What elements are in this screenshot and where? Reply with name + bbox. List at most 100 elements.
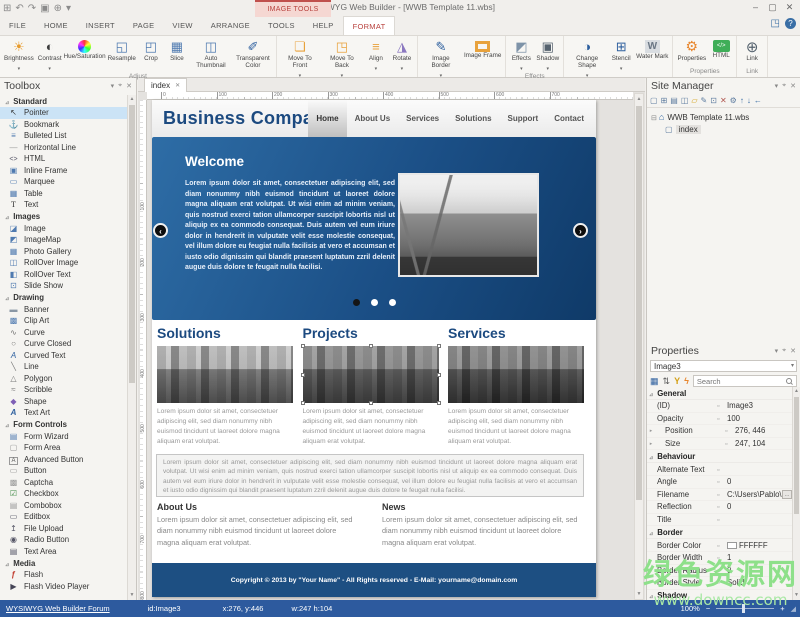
toolbox-item[interactable]: Button — [0, 465, 127, 477]
property-value[interactable]: 0 — [727, 477, 792, 486]
toolbox-item[interactable]: Text — [0, 199, 127, 211]
nav-item[interactable]: About Us — [347, 100, 399, 137]
toolbox-item[interactable]: Photo Gallery — [0, 246, 127, 258]
zoom-out-button[interactable] — [706, 604, 710, 613]
rename-icon[interactable] — [701, 96, 708, 105]
property-value[interactable]: 1 — [727, 553, 792, 562]
ribbon-tab[interactable]: INSERT — [77, 16, 124, 35]
property-row[interactable]: Border Style Solid — [647, 577, 792, 590]
property-row[interactable]: Angle 0 — [647, 476, 792, 489]
property-section-header[interactable]: Behaviour — [647, 450, 792, 464]
property-section-header[interactable]: Shadow — [647, 590, 792, 600]
toolbox-section-header[interactable]: Standard — [0, 95, 127, 107]
property-value[interactable]: Image3 — [727, 401, 792, 410]
ribbon-button[interactable]: Auto Thumbnail — [190, 37, 232, 72]
toolbox-item[interactable]: Curve — [0, 327, 127, 339]
toolbox-item[interactable]: Text Area — [0, 546, 127, 558]
browse-button[interactable] — [782, 489, 792, 499]
redo-icon[interactable]: ↷ — [28, 1, 36, 16]
footer-block-paragraph[interactable]: Lorem ipsum dolor sit amet, consectetuer… — [157, 514, 359, 548]
add-page-icon[interactable] — [661, 96, 668, 105]
property-value[interactable]: C:\Users\Pablo\Do — [727, 490, 782, 499]
toolbox-item[interactable]: Pointer — [0, 107, 127, 119]
object-selector[interactable]: Image3 — [650, 360, 797, 372]
close-icon[interactable] — [126, 82, 132, 90]
selection-handle[interactable] — [368, 344, 373, 348]
color-swatch[interactable] — [727, 541, 737, 549]
ribbon-button[interactable]: Water Mark — [634, 37, 670, 79]
projects-photo[interactable] — [300, 344, 441, 405]
hero-slideshow[interactable]: Welcome Lorem ipsum dolor sit amet, cons… — [152, 137, 596, 320]
pin-icon[interactable] — [118, 82, 122, 90]
property-search[interactable] — [692, 375, 797, 387]
bridge-photo[interactable] — [398, 173, 539, 277]
move-up-icon[interactable] — [740, 96, 744, 105]
selection-handle[interactable] — [368, 401, 373, 405]
ribbon-tab[interactable]: PAGE — [124, 16, 163, 35]
property-value[interactable]: 100 — [727, 414, 792, 423]
property-row[interactable]: Reflection 0 — [647, 501, 792, 514]
toolbox-item[interactable]: Table — [0, 188, 127, 200]
ribbon-button[interactable]: Image Border — [420, 37, 462, 79]
maximize-icon[interactable]: ▢ — [764, 0, 781, 14]
property-section-header[interactable]: Border — [647, 526, 792, 540]
toolbox-item[interactable]: Flash Video Player — [0, 581, 127, 593]
selection-handle[interactable] — [436, 372, 441, 377]
toolbox-section-header[interactable]: Form Controls — [0, 419, 127, 431]
categorized-icon[interactable] — [650, 376, 659, 387]
property-row[interactable]: Title — [647, 514, 792, 527]
intro-text-box[interactable]: Lorem ipsum dolor sit amet, consectetuer… — [156, 454, 584, 497]
ribbon-button[interactable]: Rotate — [389, 37, 415, 79]
property-row[interactable]: Border Radius 0 — [647, 565, 792, 578]
hero-heading[interactable]: Welcome — [185, 154, 244, 169]
panel-menu-icon[interactable] — [775, 82, 779, 90]
toolbox-scrollbar[interactable] — [127, 95, 136, 600]
property-value[interactable]: 276, 446 — [735, 426, 792, 435]
column-heading[interactable]: Solutions — [157, 320, 293, 346]
properties-scrollbar[interactable] — [792, 387, 800, 600]
toolbox-item[interactable]: RollOver Image — [0, 257, 127, 269]
toolbox-item[interactable]: Banner — [0, 304, 127, 316]
row-expander-icon[interactable]: ▸ — [647, 428, 655, 434]
property-row[interactable]: ▸ Position 276, 446 — [647, 425, 792, 438]
ribbon-button[interactable]: Hue/Saturation — [64, 37, 106, 72]
ribbon-button[interactable]: Image Frame — [462, 37, 503, 79]
nav-item[interactable]: Contact — [546, 100, 592, 137]
ribbon-tab[interactable]: VIEW — [163, 16, 201, 35]
property-row[interactable]: ▸ Size 247, 104 — [647, 438, 792, 451]
property-row[interactable]: Border Width 1 — [647, 552, 792, 565]
toolbox-item[interactable]: Curve Closed — [0, 338, 127, 350]
new-page-icon[interactable] — [650, 96, 658, 105]
close-icon[interactable] — [790, 82, 796, 90]
ribbon-tab[interactable]: TOOLS — [259, 16, 304, 35]
property-row[interactable]: Filename C:\Users\Pablo\Do — [647, 489, 792, 502]
toolbox-item[interactable]: Captcha — [0, 477, 127, 489]
carousel-next-icon[interactable] — [573, 223, 588, 238]
page-properties-icon[interactable] — [670, 96, 678, 105]
document-tab-index[interactable]: index — [144, 78, 188, 92]
ribbon-button[interactable]: Resample — [106, 37, 138, 72]
footer-block-heading[interactable]: News — [382, 502, 584, 512]
toolbox-item[interactable]: Inline Frame — [0, 165, 127, 177]
toolbox-item[interactable]: Slide Show — [0, 280, 127, 292]
preview-icon[interactable]: ⊕ — [54, 1, 62, 16]
ribbon-tab[interactable]: HOME — [35, 16, 77, 35]
property-section-header[interactable]: General — [647, 387, 792, 400]
column-heading[interactable]: Projects — [303, 320, 439, 346]
toolbox-item[interactable]: Form Area — [0, 442, 127, 454]
events-icon[interactable] — [684, 376, 689, 387]
carousel-dot[interactable] — [370, 299, 378, 306]
selection-handle[interactable] — [300, 344, 305, 348]
selection-handle[interactable] — [436, 344, 441, 348]
undo-icon[interactable]: ↶ — [15, 1, 23, 16]
feedback-icon[interactable] — [771, 18, 780, 29]
selection-handle[interactable] — [300, 401, 305, 405]
ribbon-button[interactable]: Shadow — [534, 37, 561, 72]
tree-expander-icon[interactable] — [649, 113, 659, 122]
selection-handle[interactable] — [300, 372, 305, 377]
ribbon-button[interactable]: Link — [739, 37, 765, 67]
ribbon-button[interactable]: Effects — [508, 37, 534, 72]
close-icon[interactable] — [790, 347, 796, 355]
toolbox-item[interactable]: ImageMap — [0, 234, 127, 246]
ribbon-tab[interactable]: FILE — [0, 16, 35, 35]
